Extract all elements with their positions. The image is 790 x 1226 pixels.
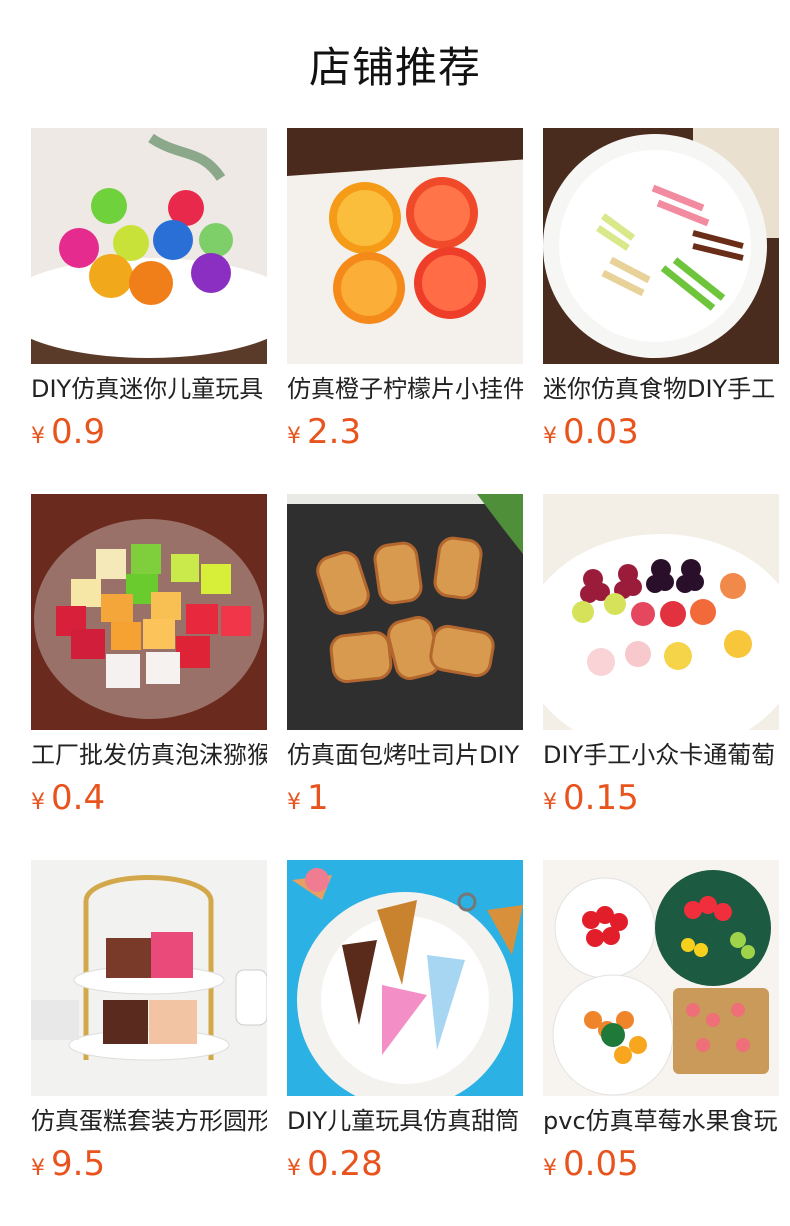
currency-symbol: ¥ <box>287 424 301 449</box>
price-value: 0.4 <box>51 778 106 818</box>
product-image[interactable] <box>31 860 267 1096</box>
price-value: 1 <box>307 778 329 818</box>
product-card[interactable]: 迷你仿真食物DIY手工 ¥0.03 <box>543 128 779 458</box>
product-price: ¥0.05 <box>543 1144 639 1184</box>
product-price: ¥0.28 <box>287 1144 383 1184</box>
product-name: 迷你仿真食物DIY手工 <box>543 375 776 403</box>
product-price: ¥0.9 <box>31 412 105 452</box>
product-name: DIY儿童玩具仿真甜筒 <box>287 1107 520 1135</box>
currency-symbol: ¥ <box>543 790 557 815</box>
product-price: ¥0.15 <box>543 778 639 818</box>
product-image[interactable] <box>543 128 779 364</box>
price-value: 0.9 <box>51 412 106 452</box>
product-price: ¥2.3 <box>287 412 361 452</box>
product-name: DIY手工小众卡通葡萄 <box>543 741 776 769</box>
product-name: 仿真橙子柠檬片小挂件 <box>287 375 523 403</box>
product-image[interactable] <box>543 494 779 730</box>
page-title: 店铺推荐 <box>308 43 481 92</box>
recommended-products-page: 店铺推荐 DIY仿真迷你儿童玩具 ¥ 0.9 仿真橙子柠檬片小挂件 ¥ 2.3 … <box>0 0 790 1226</box>
currency-symbol: ¥ <box>31 790 45 815</box>
product-image[interactable] <box>287 494 523 730</box>
product-price: ¥1 <box>287 778 329 818</box>
product-card[interactable]: DIY儿童玩具仿真甜筒 ¥0.28 <box>287 860 523 1190</box>
price-value: 0.15 <box>563 778 639 818</box>
currency-symbol: ¥ <box>31 1156 45 1181</box>
product-card[interactable]: 工厂批发仿真泡沫猕猴桃 ¥0.4 <box>31 494 267 824</box>
product-card[interactable]: 仿真面包烤吐司片DIY ¥1 <box>287 494 523 824</box>
product-price: ¥0.03 <box>543 412 639 452</box>
product-image[interactable] <box>287 128 523 364</box>
price-value: 0.28 <box>307 1144 383 1184</box>
product-image[interactable] <box>31 494 267 730</box>
currency-symbol: ¥ <box>543 1156 557 1181</box>
product-price: ¥0.4 <box>31 778 105 818</box>
product-name: pvc仿真草莓水果食玩 <box>543 1107 778 1135</box>
currency-symbol: ¥ <box>287 1156 301 1181</box>
product-card[interactable]: DIY手工小众卡通葡萄 ¥0.15 <box>543 494 779 824</box>
product-name: 仿真蛋糕套装方形圆形 <box>31 1107 267 1135</box>
price-value: 0.03 <box>563 412 639 452</box>
product-name: DIY仿真迷你儿童玩具 <box>31 375 264 403</box>
product-name: 仿真面包烤吐司片DIY <box>287 741 520 769</box>
product-card[interactable]: 仿真橙子柠檬片小挂件 ¥2.3 <box>287 128 523 458</box>
product-card[interactable]: 仿真蛋糕套装方形圆形 ¥9.5 <box>31 860 267 1190</box>
product-image[interactable] <box>543 860 779 1096</box>
product-image[interactable] <box>287 860 523 1096</box>
currency-symbol: ¥ <box>31 424 45 449</box>
product-name: 工厂批发仿真泡沫猕猴桃 <box>31 741 267 769</box>
currency-symbol: ¥ <box>287 790 301 815</box>
price-value: 0.05 <box>563 1144 639 1184</box>
product-price: ¥9.5 <box>31 1144 105 1184</box>
currency-symbol: ¥ <box>543 424 557 449</box>
product-image[interactable] <box>31 128 267 364</box>
product-card[interactable]: pvc仿真草莓水果食玩 ¥0.05 <box>543 860 779 1190</box>
price-value: 9.5 <box>51 1144 106 1184</box>
product-card[interactable]: DIY仿真迷你儿童玩具 ¥0.9 <box>31 128 267 458</box>
price-value: 2.3 <box>307 412 362 452</box>
